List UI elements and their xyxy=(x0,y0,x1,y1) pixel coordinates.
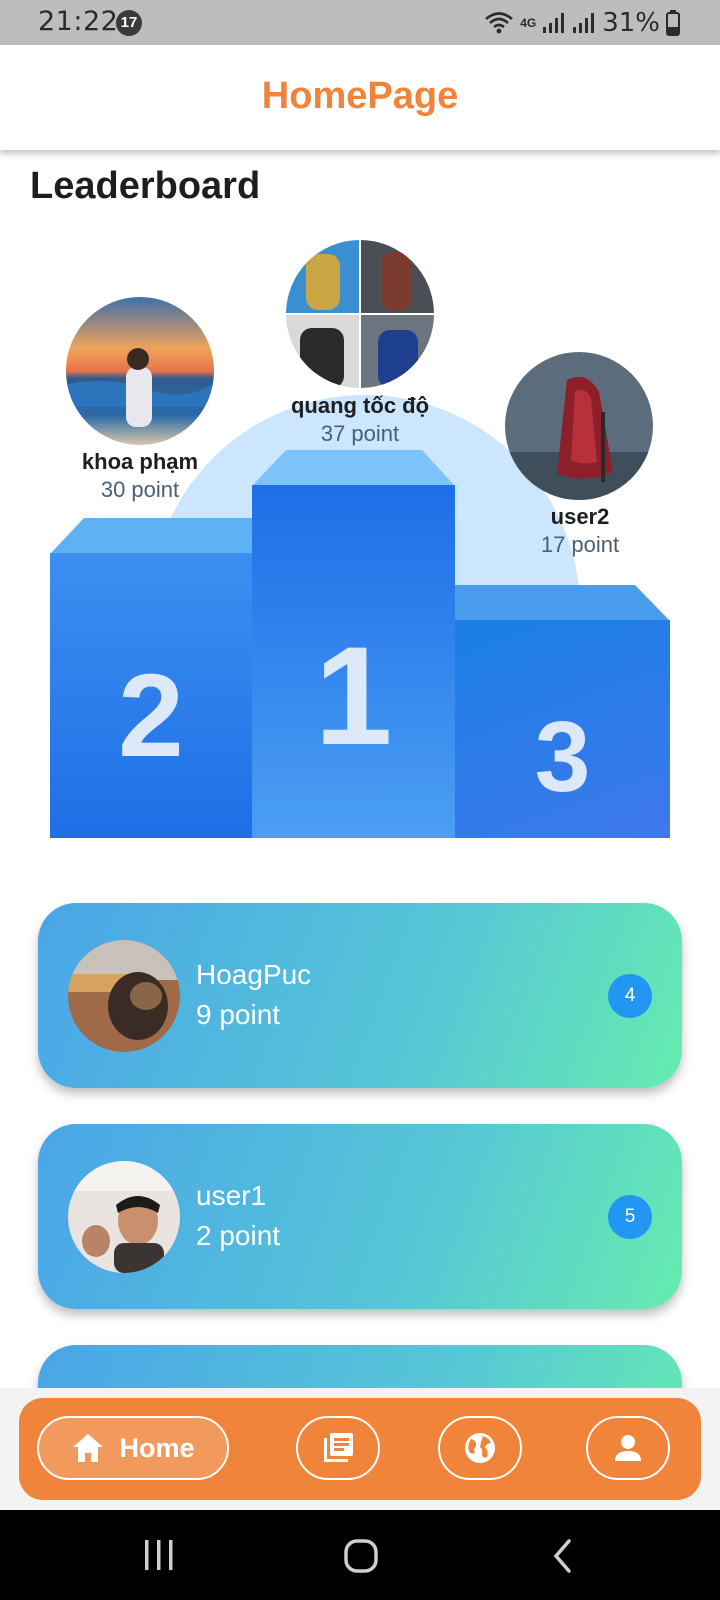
avatar-cat-photo xyxy=(68,940,180,1052)
person-icon xyxy=(615,1435,641,1461)
nav-home-label: Home xyxy=(119,1432,195,1463)
avatar-collage-icon xyxy=(286,240,434,388)
signal-icon-2 xyxy=(573,13,595,33)
leaderboard-title: Leaderboard xyxy=(30,165,261,207)
avatar xyxy=(68,940,180,1052)
podium-block-2: 2 xyxy=(50,553,252,838)
podium-top-2 xyxy=(50,518,252,554)
globe-icon xyxy=(465,1433,495,1463)
list-item-points: 2 point xyxy=(196,1220,281,1251)
nav-news-button[interactable] xyxy=(296,1416,380,1480)
avatar xyxy=(68,1161,180,1273)
system-nav-bar xyxy=(0,1510,720,1600)
list-item-points: 9 point xyxy=(196,999,281,1030)
battery-percent: 31% xyxy=(602,8,660,38)
avatar[interactable] xyxy=(66,297,214,445)
list-item-name: HoagPuc xyxy=(196,959,312,990)
nav-globe-button[interactable] xyxy=(438,1416,522,1480)
avatar[interactable] xyxy=(286,240,434,388)
rank-badge: 4 xyxy=(608,974,652,1018)
recent-apps-icon[interactable] xyxy=(143,1538,175,1572)
podium-points-3: 17 point xyxy=(540,532,620,557)
page-title: HomePage xyxy=(261,75,459,117)
podium-points-2: 30 point xyxy=(100,477,180,502)
podium-points-1: 37 point xyxy=(320,421,400,446)
podium-name-1: quang tốc độ xyxy=(290,393,430,418)
nav-profile-button[interactable] xyxy=(586,1416,670,1480)
podium-top-3 xyxy=(455,585,670,621)
network-type-label: 4G xyxy=(520,16,537,30)
home-icon xyxy=(73,1434,104,1462)
list-item[interactable]: user1 2 point 5 xyxy=(38,1124,682,1309)
podium-block-1: 1 xyxy=(252,485,455,838)
back-icon[interactable] xyxy=(551,1538,573,1574)
home-button-icon[interactable] xyxy=(343,1538,379,1574)
bottom-nav: Home xyxy=(19,1398,701,1500)
news-icon xyxy=(324,1433,353,1462)
podium-rank-3: 3 xyxy=(534,701,591,813)
list-item[interactable]: HoagPuc 9 point 4 xyxy=(38,903,682,1088)
app-bar: HomePage xyxy=(0,45,720,150)
podium-block-3: 3 xyxy=(455,620,670,838)
status-indicators: 4G 31% xyxy=(484,6,680,40)
avatar-beach-photo xyxy=(66,297,214,445)
notification-count-badge: 17 xyxy=(116,10,142,36)
status-bar: 21:22 17 4G 31% xyxy=(0,0,720,45)
podium-rank-1: 1 xyxy=(314,617,393,774)
status-time: 21:22 xyxy=(38,6,119,37)
list-item-name: user1 xyxy=(196,1180,267,1211)
podium-top-1 xyxy=(252,450,455,486)
battery-icon xyxy=(666,10,680,36)
avatar-red-cloak-art xyxy=(505,352,653,500)
podium-name-2: khoa phạm xyxy=(81,449,199,474)
avatar-person-photo xyxy=(68,1161,180,1273)
avatar[interactable] xyxy=(505,352,653,500)
signal-icon xyxy=(543,13,565,33)
podium-rank-2: 2 xyxy=(118,650,184,782)
podium-name-3: user2 xyxy=(550,504,610,529)
nav-home-button[interactable]: Home xyxy=(37,1416,229,1480)
rank-badge: 5 xyxy=(608,1195,652,1239)
wifi-icon xyxy=(485,12,514,34)
